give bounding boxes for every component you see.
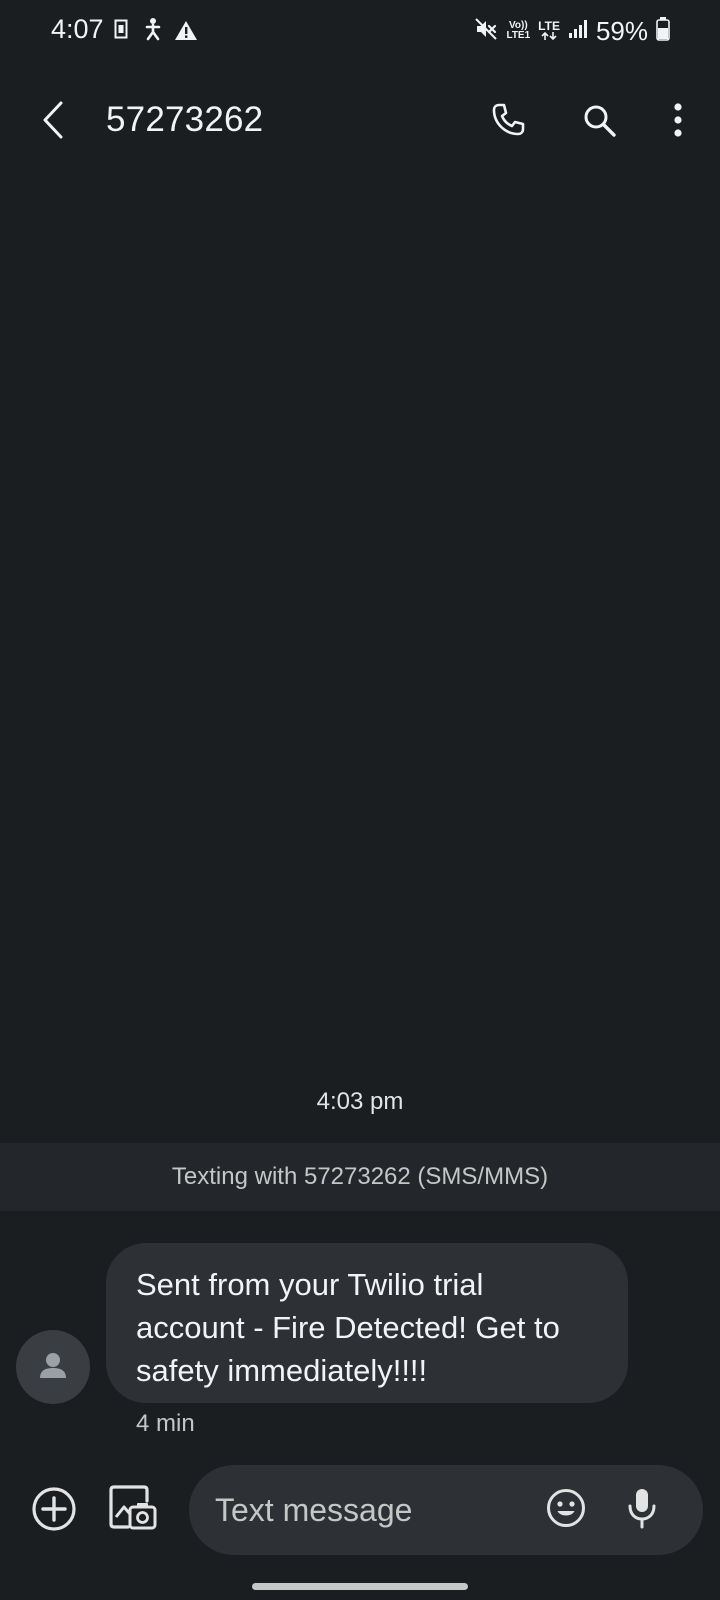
incoming-message-bubble[interactable]: Sent from your Twilio trial account - Fi… bbox=[106, 1243, 628, 1403]
add-circle-icon bbox=[30, 1485, 78, 1538]
status-time: 4:07 bbox=[51, 14, 104, 44]
back-button[interactable] bbox=[30, 94, 76, 150]
conversation-app-bar: 57273262 bbox=[0, 82, 720, 162]
texting-with-banner: Texting with 57273262 (SMS/MMS) bbox=[0, 1143, 720, 1211]
gesture-navigation-bar[interactable] bbox=[252, 1583, 468, 1590]
gallery-camera-icon bbox=[108, 1483, 158, 1538]
sim-card-icon bbox=[114, 19, 128, 44]
gallery-button[interactable] bbox=[106, 1483, 160, 1537]
emoji-button[interactable] bbox=[541, 1485, 591, 1535]
more-options-button[interactable] bbox=[650, 94, 706, 150]
emoji-icon bbox=[545, 1487, 587, 1534]
mic-icon bbox=[625, 1487, 659, 1534]
message-time: 4 min bbox=[136, 1410, 195, 1437]
accessibility-icon bbox=[143, 17, 163, 46]
lte-data-icon: LTE bbox=[538, 19, 560, 41]
message-text: Sent from your Twilio trial account - Fi… bbox=[136, 1267, 560, 1388]
person-icon bbox=[40, 1353, 66, 1378]
message-date-divider: 4:03 pm bbox=[316, 1088, 404, 1115]
texting-with-label: Texting with 57273262 (SMS/MMS) bbox=[171, 1163, 549, 1190]
mute-icon bbox=[474, 17, 498, 46]
battery-icon bbox=[656, 16, 670, 46]
status-bar: 4:07 Vo)) LTE1 LTE 59% bbox=[0, 0, 720, 62]
phone-icon bbox=[490, 102, 526, 143]
more-vert-icon bbox=[672, 102, 684, 143]
text-message-field[interactable] bbox=[189, 1465, 703, 1555]
messages-screen: 4:07 Vo)) LTE1 LTE 59% 57273262 4:03 pm … bbox=[0, 0, 720, 1600]
call-button[interactable] bbox=[480, 94, 536, 150]
status-indicators: Vo)) LTE1 LTE 59% bbox=[474, 14, 670, 48]
back-arrow-icon bbox=[41, 101, 65, 144]
message-composer bbox=[0, 1465, 720, 1555]
warning-icon bbox=[174, 20, 198, 46]
text-message-input[interactable] bbox=[215, 1487, 525, 1533]
attach-button[interactable] bbox=[28, 1485, 80, 1537]
voice-input-button[interactable] bbox=[617, 1485, 667, 1535]
avatar[interactable] bbox=[16, 1330, 90, 1404]
volte-icon: Vo)) LTE1 bbox=[506, 21, 530, 41]
lte-label: LTE bbox=[538, 19, 560, 33]
search-icon bbox=[581, 102, 617, 143]
battery-percentage: 59% bbox=[595, 15, 648, 46]
contact-title[interactable]: 57273262 bbox=[106, 100, 263, 140]
signal-icon bbox=[568, 19, 588, 44]
volte-sub-label: LTE1 bbox=[506, 30, 531, 41]
search-button[interactable] bbox=[571, 94, 627, 150]
